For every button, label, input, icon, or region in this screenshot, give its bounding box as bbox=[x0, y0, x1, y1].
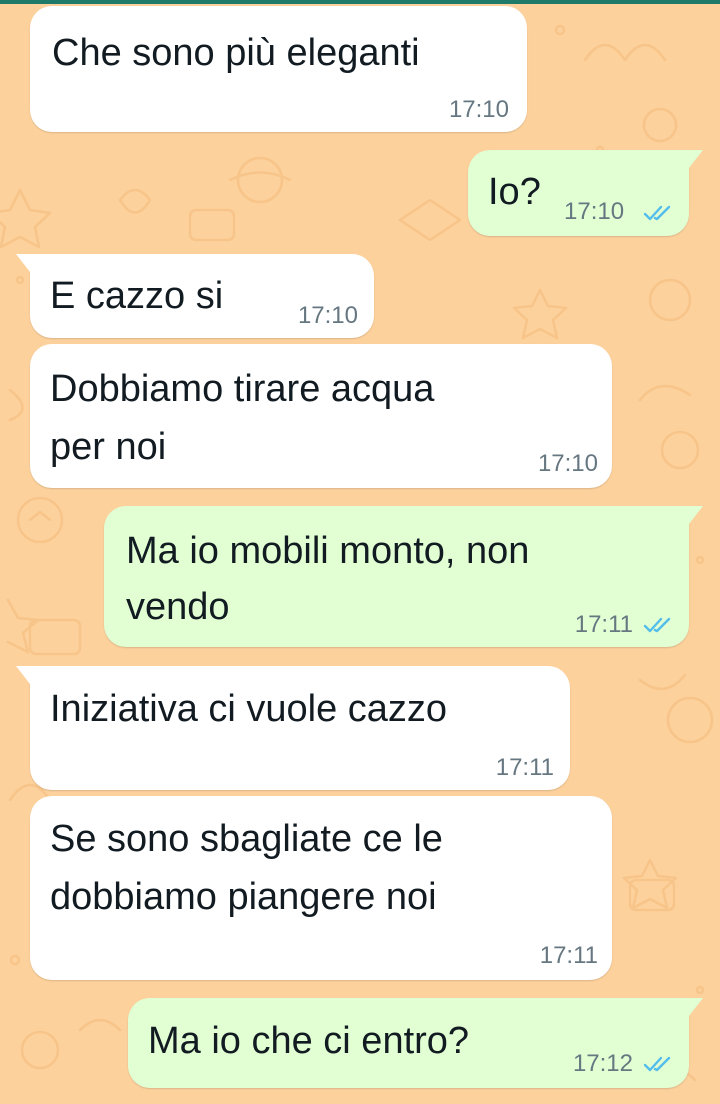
message-bubble-incoming[interactable]: Se sono sbagliate ce le dobbiamo pianger… bbox=[30, 796, 612, 980]
message-bubble-outgoing[interactable]: Io? 17:10 bbox=[468, 150, 703, 236]
message-timestamp: 17:10 bbox=[297, 302, 358, 329]
message-bubble-outgoing[interactable]: Ma io mobili monto, non vendo 17:11 bbox=[104, 506, 703, 647]
message-text: dobbiamo piangere noi bbox=[50, 876, 437, 918]
message-timestamp: 17:11 bbox=[495, 754, 554, 781]
message-bubble-incoming[interactable]: Che sono più eleganti 17:10 bbox=[30, 6, 527, 132]
message-text: Iniziativa ci vuole cazzo bbox=[50, 688, 448, 730]
message-timestamp: 17:11 bbox=[539, 942, 598, 969]
message-timestamp: 17:10 bbox=[537, 450, 598, 477]
message-timestamp: 17:10 bbox=[448, 96, 509, 123]
message-bubble-incoming[interactable]: Dobbiamo tirare acqua per noi 17:10 bbox=[30, 344, 612, 488]
message-text: Che sono più eleganti bbox=[52, 32, 420, 74]
message-text: per noi bbox=[50, 426, 167, 468]
message-timestamp: 17:12 bbox=[572, 1050, 633, 1077]
read-ticks-icon bbox=[643, 205, 671, 221]
message-text: Ma io che ci entro? bbox=[148, 1020, 470, 1062]
message-timestamp: 17:10 bbox=[564, 198, 625, 225]
message-text: E cazzo si bbox=[50, 275, 224, 317]
message-timestamp: 17:11 bbox=[574, 611, 633, 638]
message-text: Ma io mobili monto, non bbox=[126, 530, 530, 572]
read-ticks-icon bbox=[643, 1056, 671, 1072]
message-text: vendo bbox=[126, 586, 230, 628]
message-text: Se sono sbagliate ce le bbox=[50, 818, 443, 860]
message-bubble-incoming[interactable]: Iniziativa ci vuole cazzo 17:11 bbox=[16, 666, 570, 790]
message-text: Dobbiamo tirare acqua bbox=[50, 368, 435, 410]
message-bubble-incoming[interactable]: E cazzo si 17:10 bbox=[16, 254, 374, 338]
message-bubble-outgoing[interactable]: Ma io che ci entro? 17:12 bbox=[128, 998, 703, 1088]
message-text: Io? bbox=[488, 171, 541, 213]
read-ticks-icon bbox=[643, 617, 671, 633]
